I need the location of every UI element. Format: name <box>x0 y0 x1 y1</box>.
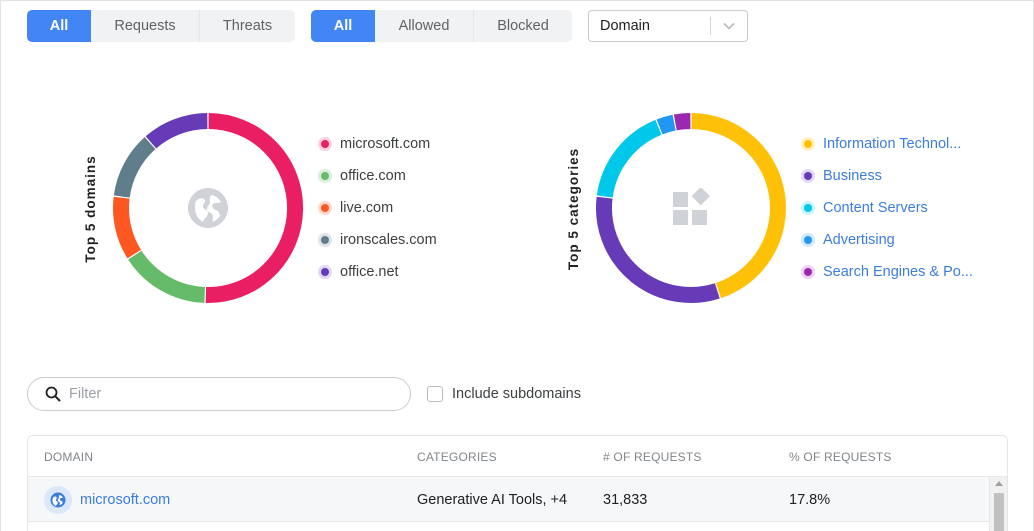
legend-dot <box>318 265 332 279</box>
legend-label[interactable]: Search Engines & Po... <box>823 264 973 280</box>
checkbox-box[interactable] <box>427 386 443 402</box>
legend-dot <box>801 169 815 183</box>
legend-item[interactable]: live.com <box>318 192 437 224</box>
legend-item[interactable]: microsoft.com <box>318 128 437 160</box>
column-header-domain[interactable]: DOMAIN <box>44 450 93 464</box>
legend-label: ironscales.com <box>340 232 437 248</box>
donut-slice-5[interactable] <box>145 113 208 149</box>
domain-cell[interactable]: microsoft.com <box>44 477 170 522</box>
legend-label: microsoft.com <box>340 136 431 152</box>
legend-label[interactable]: Advertising <box>823 232 895 248</box>
column-header-requests[interactable]: # OF REQUESTS <box>603 450 702 464</box>
categories-legend: Information Technol... Business Content … <box>801 128 973 288</box>
domain-link[interactable]: microsoft.com <box>80 492 170 508</box>
donut-slice-4[interactable] <box>656 114 676 135</box>
column-header-percent[interactable]: % OF REQUESTS <box>789 450 892 464</box>
table-header: DOMAIN CATEGORIES # OF REQUESTS % OF REQ… <box>28 436 1007 477</box>
legend-label: live.com <box>340 200 394 216</box>
legend-label: office.com <box>340 168 406 184</box>
legend-label: office.net <box>340 264 399 280</box>
requests-percent-cell: 17.8% <box>789 491 831 508</box>
filter-input[interactable] <box>69 386 389 402</box>
domains-table: DOMAIN CATEGORIES # OF REQUESTS % OF REQ… <box>27 435 1008 531</box>
legend-item[interactable]: office.net <box>318 256 437 288</box>
legend-item[interactable]: Business <box>801 160 973 192</box>
donut-slice-4[interactable] <box>113 137 156 198</box>
donut-slice-3[interactable] <box>596 119 662 198</box>
type-filter-group: All Requests Threats <box>27 10 295 42</box>
table-row[interactable]: microsoft.com Generative AI Tools, +4 31… <box>28 477 990 522</box>
legend-dot <box>318 169 332 183</box>
type-filter-threats[interactable]: Threats <box>199 10 295 42</box>
filter-search-box[interactable] <box>27 377 411 411</box>
include-subdomains-label: Include subdomains <box>452 386 581 402</box>
chevron-down-icon[interactable] <box>711 22 747 30</box>
legend-label[interactable]: Business <box>823 168 882 184</box>
donut-slice-2[interactable] <box>128 250 206 303</box>
requests-count-cell: 31,833 <box>603 491 648 508</box>
legend-dot <box>318 137 332 151</box>
legend-item[interactable]: ironscales.com <box>318 224 437 256</box>
action-filter-allowed[interactable]: Allowed <box>375 10 473 42</box>
legend-item[interactable]: office.com <box>318 160 437 192</box>
globe-icon <box>186 186 230 230</box>
donut-slice-3[interactable] <box>113 196 142 259</box>
domains-chart-title: Top 5 domains <box>83 155 98 263</box>
legend-dot <box>801 137 815 151</box>
donut-slice-5[interactable] <box>673 113 691 131</box>
include-subdomains-checkbox[interactable]: Include subdomains <box>427 386 581 402</box>
categories-cell: Generative AI Tools, +4 <box>417 491 568 508</box>
legend-dot <box>318 201 332 215</box>
action-filter-blocked[interactable]: Blocked <box>473 10 572 42</box>
legend-item[interactable]: Content Servers <box>801 192 973 224</box>
legend-item[interactable]: Advertising <box>801 224 973 256</box>
legend-dot <box>801 201 815 215</box>
table-scrollbar[interactable] <box>989 477 1007 531</box>
legend-label[interactable]: Content Servers <box>823 200 928 216</box>
legend-dot <box>801 233 815 247</box>
legend-label[interactable]: Information Technol... <box>823 136 961 152</box>
legend-dot <box>801 265 815 279</box>
legend-dot <box>318 233 332 247</box>
scrollbar-thumb[interactable] <box>994 493 1004 531</box>
group-by-select-value: Domain <box>600 18 650 34</box>
type-filter-requests[interactable]: Requests <box>91 10 199 42</box>
legend-item[interactable]: Information Technol... <box>801 128 973 160</box>
group-by-select[interactable]: Domain <box>588 10 748 42</box>
globe-icon <box>44 485 72 514</box>
legend-item[interactable]: Search Engines & Po... <box>801 256 973 288</box>
action-filter-group: All Allowed Blocked <box>311 10 572 42</box>
type-filter-all[interactable]: All <box>27 10 91 42</box>
scroll-up-arrow-icon[interactable] <box>995 481 1003 486</box>
categories-icon <box>669 186 713 230</box>
categories-chart-title: Top 5 categories <box>566 147 581 271</box>
action-filter-all[interactable]: All <box>311 10 375 42</box>
column-header-categories[interactable]: CATEGORIES <box>417 450 497 464</box>
search-icon <box>45 386 61 402</box>
domains-legend: microsoft.com office.com live.com ironsc… <box>318 128 437 288</box>
